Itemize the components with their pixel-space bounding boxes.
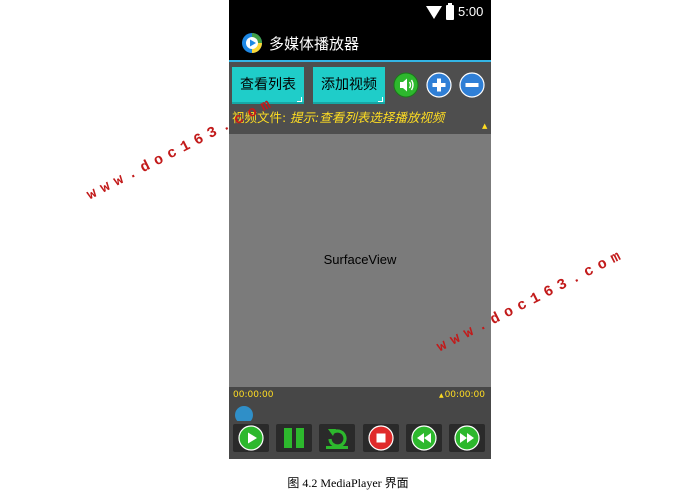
rewind-icon (411, 425, 437, 451)
add-video-label: 添加视频 (321, 77, 377, 93)
battery-icon (446, 3, 454, 20)
total-time-wrapper: ▲00:00:00 (439, 390, 485, 400)
add-video-button[interactable]: 添加视频 (313, 67, 385, 104)
figure-caption: 图 4.2 MediaPlayer 界面 (287, 476, 409, 490)
stop-button[interactable] (363, 424, 399, 452)
fast-forward-icon (454, 425, 480, 451)
total-time: 00:00:00 (444, 390, 485, 400)
button-corner-mark (297, 97, 302, 102)
view-list-label: 查看列表 (240, 77, 296, 93)
minus-icon[interactable] (459, 72, 485, 98)
info-corner-mark: ▲ (482, 122, 488, 130)
stop-icon (368, 425, 394, 451)
replay-icon (326, 429, 348, 449)
fast-forward-button[interactable] (449, 424, 485, 452)
wifi-icon (426, 6, 442, 19)
rewind-button[interactable] (406, 424, 442, 452)
volume-icon[interactable] (393, 72, 419, 98)
time-mark: ▲ (438, 392, 444, 399)
pause-button[interactable] (276, 424, 312, 452)
progress-area: 00:00:00 ▲00:00:00 (229, 387, 491, 424)
surface-view-label: SurfaceView (323, 252, 397, 267)
pause-icon (284, 428, 304, 448)
replay-button[interactable] (319, 424, 355, 452)
app-title: 多媒体播放器 (269, 35, 360, 53)
play-icon (238, 425, 264, 451)
app-bar: 多媒体播放器 (229, 26, 491, 62)
status-bar: 5:00 (229, 0, 491, 26)
status-time: 5:00 (458, 4, 484, 19)
playback-controls (229, 421, 491, 459)
current-time: 00:00:00 (233, 390, 274, 400)
play-button[interactable] (233, 424, 269, 452)
video-hint-text: 提示:查看列表选择播放视频 (290, 110, 445, 125)
phone-screen: 5:00 多媒体播放器 查看列表 添加视频 视频文件: 提示:查看列表选择播放视… (229, 0, 491, 459)
media-player-logo-icon (242, 33, 262, 53)
button-corner-mark (378, 97, 383, 102)
plus-icon[interactable] (426, 72, 452, 98)
